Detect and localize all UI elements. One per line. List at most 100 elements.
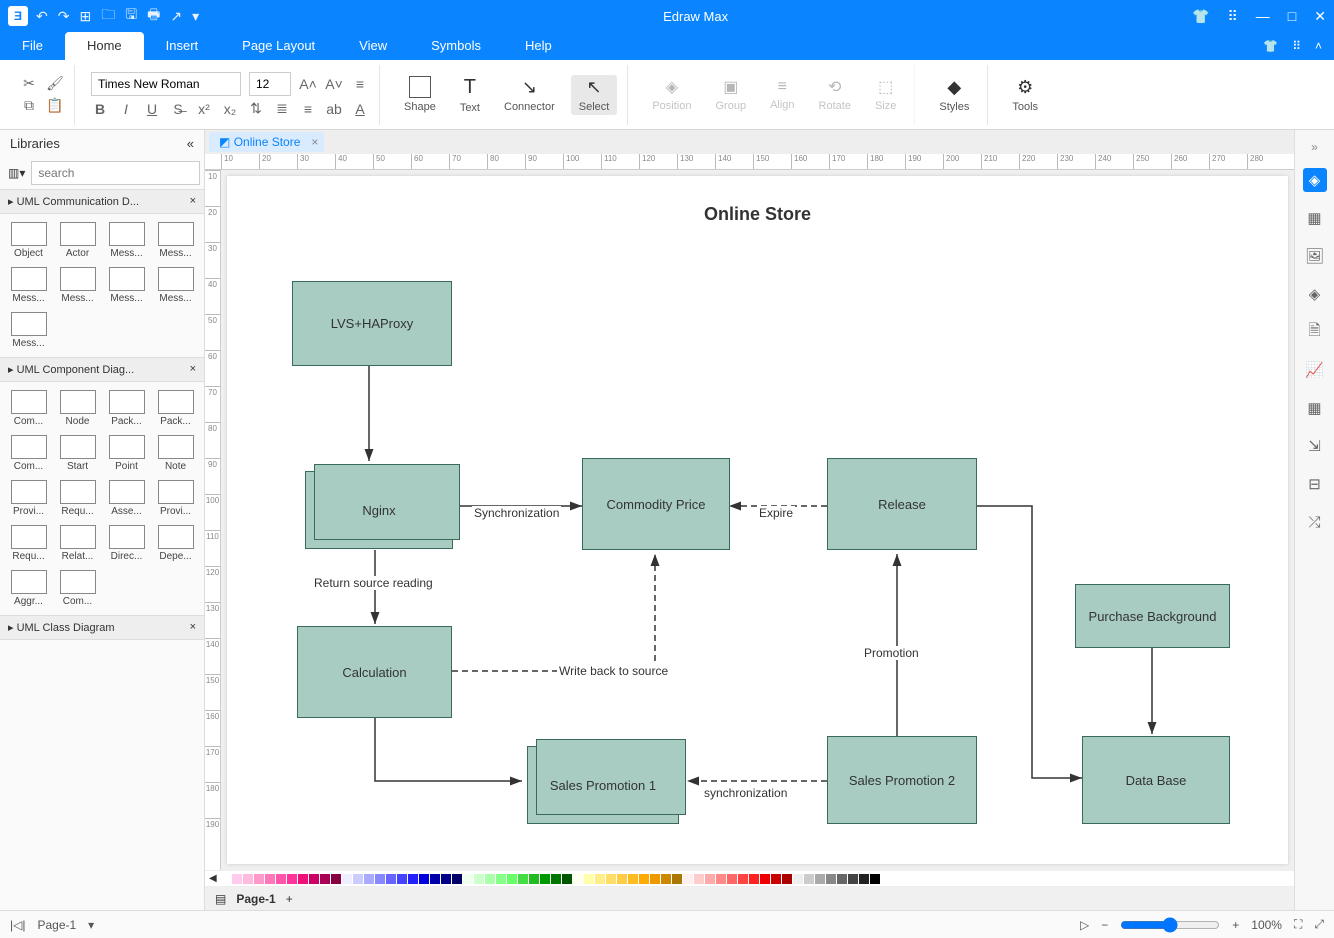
color-swatch[interactable] [727, 874, 737, 884]
section-uml-class[interactable]: ▸ UML Class Diagram× [0, 615, 204, 640]
color-swatch[interactable] [342, 874, 352, 884]
color-swatch[interactable] [441, 874, 451, 884]
menu-page-layout[interactable]: Page Layout [220, 32, 337, 60]
save-icon[interactable]: 🖫 [125, 4, 137, 28]
color-swatch[interactable] [738, 874, 748, 884]
color-swatch[interactable] [287, 874, 297, 884]
format-painter-icon[interactable]: 🖌 [46, 75, 64, 93]
lib-item[interactable]: Mess... [53, 263, 102, 308]
collapse-ribbon-icon[interactable]: ˄ [1315, 39, 1322, 53]
increase-font-icon[interactable]: A˄ [299, 75, 317, 93]
chart-icon[interactable]: 📈 [1303, 358, 1327, 382]
zoom-in-icon[interactable]: + [1232, 918, 1239, 932]
color-swatch[interactable] [265, 874, 275, 884]
search-input[interactable] [31, 161, 200, 185]
color-swatch[interactable] [848, 874, 858, 884]
strike-icon[interactable]: S̶ [169, 100, 187, 118]
section-close-icon[interactable]: × [190, 195, 196, 208]
color-swatch[interactable] [716, 874, 726, 884]
color-swatch[interactable] [430, 874, 440, 884]
minimize-icon[interactable]: — [1256, 8, 1270, 25]
zoom-out-icon[interactable]: − [1101, 918, 1108, 932]
fullscreen-icon[interactable]: ⤢ [1314, 917, 1324, 932]
lib-item[interactable]: Requ... [53, 476, 102, 521]
font-size-select[interactable] [249, 72, 291, 96]
layers-icon[interactable]: ◈ [1303, 282, 1327, 306]
lib-item[interactable]: Com... [4, 431, 53, 476]
line-spacing-icon[interactable]: ⇅ [247, 100, 265, 118]
color-swatch[interactable] [639, 874, 649, 884]
rotate-button[interactable]: ⟲Rotate [811, 75, 859, 114]
text-direction-icon[interactable]: ab [325, 100, 343, 118]
color-swatch[interactable] [595, 874, 605, 884]
section-close-icon[interactable]: × [190, 621, 196, 634]
lib-item[interactable]: Mess... [151, 263, 200, 308]
lib-item[interactable]: Mess... [102, 218, 151, 263]
theme-icon[interactable]: ◈ [1303, 168, 1327, 192]
node-nginx[interactable]: Nginx [305, 471, 453, 549]
document-tab[interactable]: ◩ Online Store × [209, 132, 324, 152]
node-lvs[interactable]: LVS+HAProxy [292, 281, 452, 366]
menu-file[interactable]: File [0, 32, 65, 60]
node-database[interactable]: Data Base [1082, 736, 1230, 824]
table-icon[interactable]: ▦ [1303, 396, 1327, 420]
color-swatch[interactable] [364, 874, 374, 884]
color-swatch[interactable] [760, 874, 770, 884]
color-swatch[interactable] [419, 874, 429, 884]
color-swatch[interactable] [815, 874, 825, 884]
export-icon[interactable]: ⇲ [1303, 434, 1327, 458]
select-button[interactable]: ↖Select [571, 75, 618, 115]
shape-button[interactable]: Shape [396, 74, 444, 115]
lib-item[interactable]: Point [102, 431, 151, 476]
text-button[interactable]: TText [452, 74, 488, 116]
lib-item[interactable]: Asse... [102, 476, 151, 521]
lib-item[interactable]: Mess... [4, 308, 53, 353]
color-swatch[interactable] [221, 874, 231, 884]
section-uml-communication[interactable]: ▸ UML Communication D...× [0, 189, 204, 214]
tools-button[interactable]: ⚙Tools [1004, 75, 1046, 115]
italic-icon[interactable]: I [117, 100, 135, 118]
lib-item[interactable]: Pack... [102, 386, 151, 431]
color-swatch[interactable] [672, 874, 682, 884]
menu-view[interactable]: View [337, 32, 409, 60]
page-icon[interactable]: 🗎 [1303, 320, 1327, 344]
color-swatch[interactable] [243, 874, 253, 884]
color-swatch[interactable] [628, 874, 638, 884]
color-swatch[interactable] [276, 874, 286, 884]
color-swatch[interactable] [254, 874, 264, 884]
lib-item[interactable]: Actor [53, 218, 102, 263]
bullets-icon[interactable]: ≣ [273, 100, 291, 118]
play-icon[interactable]: ▷ [1080, 918, 1089, 932]
lib-item[interactable]: Provi... [4, 476, 53, 521]
copy-icon[interactable]: ⧉ [20, 97, 38, 115]
library-menu-icon[interactable]: ▥▾ [8, 166, 25, 180]
color-swatch[interactable] [540, 874, 550, 884]
lib-item[interactable]: Start [53, 431, 102, 476]
node-release[interactable]: Release [827, 458, 977, 550]
align-h-icon[interactable]: ≡ [351, 75, 369, 93]
styles-button[interactable]: ◆Styles [931, 75, 977, 115]
color-swatch[interactable] [232, 874, 242, 884]
color-swatch[interactable] [859, 874, 869, 884]
color-swatch[interactable] [320, 874, 330, 884]
node-commodity-price[interactable]: Commodity Price [582, 458, 730, 550]
bold-icon[interactable]: B [91, 100, 109, 118]
lib-item[interactable]: Aggr... [4, 566, 53, 611]
color-swatch[interactable] [452, 874, 462, 884]
superscript-icon[interactable]: x² [195, 100, 213, 118]
undo-icon[interactable]: ↶ [36, 8, 48, 25]
lib-item[interactable]: Mess... [102, 263, 151, 308]
lib-item[interactable]: Note [151, 431, 200, 476]
position-button[interactable]: ◈Position [644, 75, 699, 114]
page-select[interactable]: Page-1 [37, 918, 76, 932]
color-swatch[interactable] [463, 874, 473, 884]
color-swatch[interactable] [683, 874, 693, 884]
numbering-icon[interactable]: ≡ [299, 100, 317, 118]
connector-button[interactable]: ↘Connector [496, 75, 563, 115]
zoom-slider[interactable] [1120, 917, 1220, 933]
apps-icon[interactable]: ⠿ [1228, 8, 1238, 25]
lib-item[interactable]: Relat... [53, 521, 102, 566]
color-swatch[interactable] [397, 874, 407, 884]
paste-icon[interactable]: 📋 [46, 97, 64, 115]
lib-item[interactable]: Mess... [4, 263, 53, 308]
